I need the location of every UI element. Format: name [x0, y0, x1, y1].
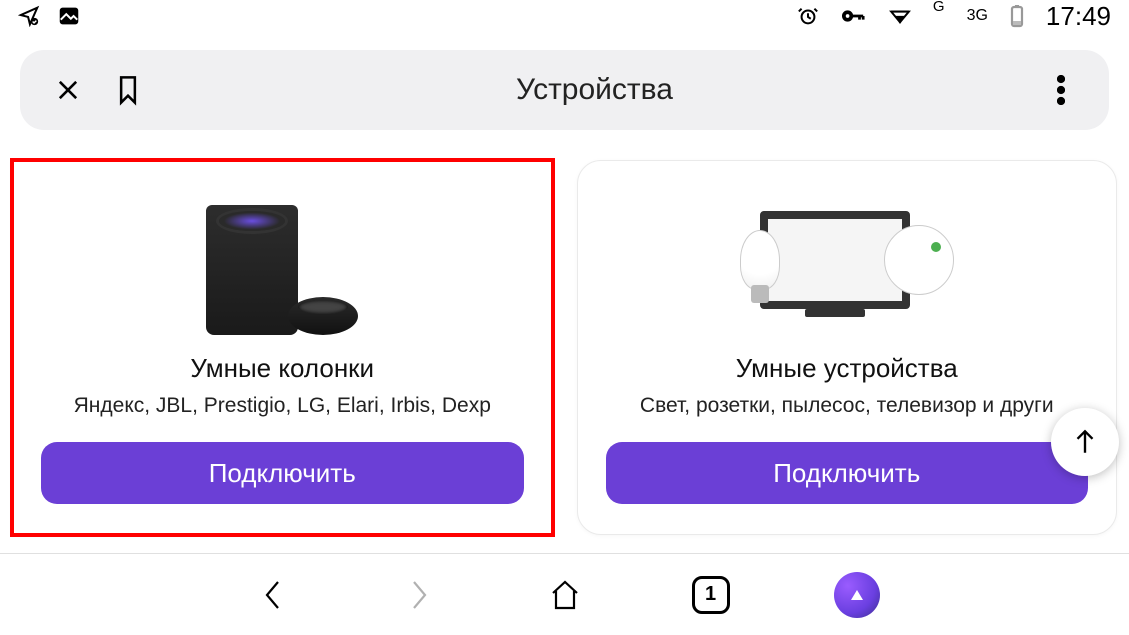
card-smart-speakers[interactable]: Умные колонки Яндекс, JBL, Prestigio, LG… [12, 160, 553, 535]
battery-icon [1010, 4, 1024, 28]
connect-button[interactable]: Подключить [41, 442, 524, 504]
home-button[interactable] [542, 572, 588, 618]
wifi-signal-1 [889, 8, 911, 24]
vpn-key-icon [841, 5, 867, 27]
network-label-2: 3G [967, 7, 988, 25]
alarm-icon [797, 5, 819, 27]
tabs-count: 1 [705, 583, 716, 606]
status-bar: G 3G 17:49 [0, 0, 1129, 32]
devices-illustration [737, 185, 957, 335]
more-icon[interactable] [1041, 70, 1081, 110]
forward-button [396, 572, 442, 618]
card-subtitle: Свет, розетки, пылесос, телевизор и друг… [640, 394, 1054, 418]
network-label-1: G [933, 0, 945, 14]
alice-button[interactable] [834, 572, 880, 618]
content-area: Умные колонки Яндекс, JBL, Prestigio, LG… [0, 160, 1129, 535]
connect-button[interactable]: Подключить [606, 442, 1089, 504]
image-icon [58, 5, 80, 27]
speakers-illustration [172, 185, 392, 335]
browser-top-bar: Устройства [20, 50, 1109, 130]
back-button[interactable] [250, 572, 296, 618]
tabs-button[interactable]: 1 [688, 572, 734, 618]
page-title: Устройства [148, 73, 1041, 107]
card-smart-devices[interactable]: Умные устройства Свет, розетки, пылесос,… [577, 160, 1118, 535]
location-icon [18, 5, 40, 27]
bookmark-icon[interactable] [108, 70, 148, 110]
card-subtitle: Яндекс, JBL, Prestigio, LG, Elari, Irbis… [74, 394, 491, 418]
scroll-top-button[interactable] [1051, 408, 1119, 476]
card-title: Умные устройства [736, 353, 958, 384]
bottom-nav: 1 [0, 553, 1129, 635]
clock-time: 17:49 [1046, 1, 1111, 32]
close-icon[interactable] [48, 70, 88, 110]
card-title: Умные колонки [190, 353, 374, 384]
